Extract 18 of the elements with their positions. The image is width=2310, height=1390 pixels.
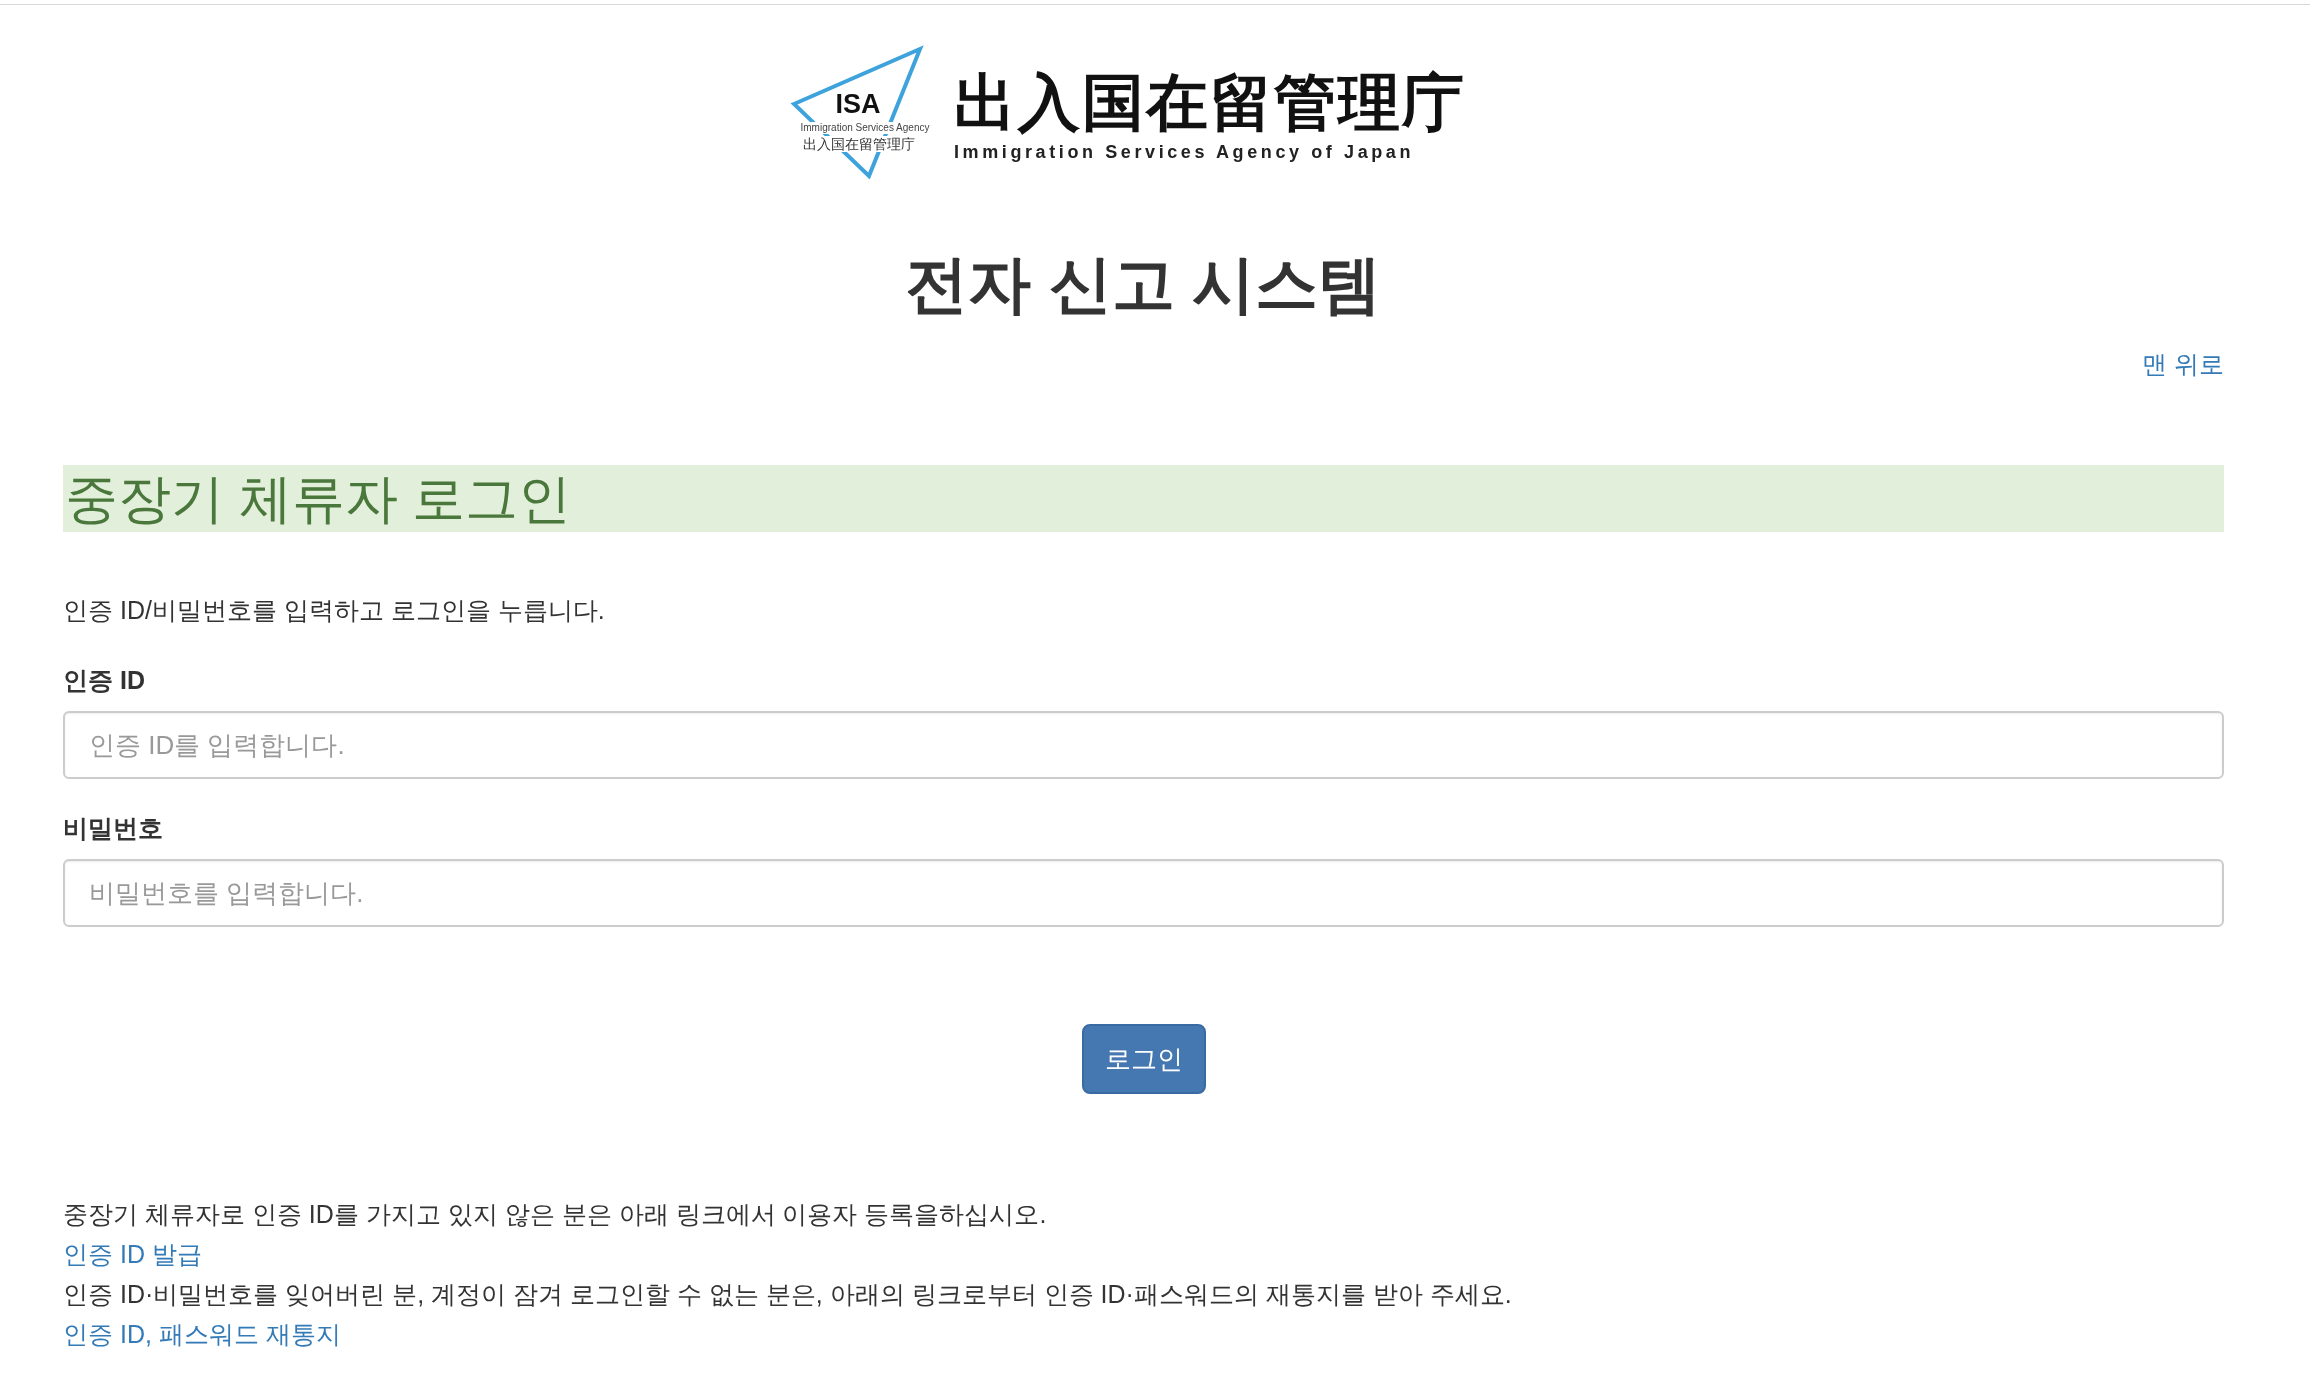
field-label: 비밀번호: [63, 813, 164, 844]
login-button[interactable]: 로그인: [1081, 1024, 1206, 1094]
logo-small-japanese-name: 出入国在留管理庁: [803, 136, 915, 152]
logo-abbreviation: ISA: [835, 90, 881, 118]
page-title: 전자 신고 시스템: [905, 248, 1382, 321]
section-heading: 중장기 체류자 로그인: [65, 468, 572, 530]
input-field[interactable]: 인증 ID를 입력합니다.: [63, 711, 2224, 779]
agency-japanese-name: 出入国在留管理庁: [954, 69, 1466, 137]
help-text: 인증 ID·비밀번호를 잊어버린 분, 계정이 잠겨 로그인할 수 없는 분은, 아래의 링크로부터 인증 ID·패스워드의 재통지를 받아 주세요.: [63, 1280, 1512, 1308]
help-link[interactable]: 인증 ID 발급: [63, 1240, 202, 1268]
logo-small-english-name: Immigration Services Agency: [800, 122, 930, 134]
field-label: 인증 ID: [63, 665, 146, 696]
input-field[interactable]: 비밀번호를 입력합니다.: [63, 859, 2224, 927]
back-to-top-link[interactable]: 맨 위로: [2142, 344, 2224, 384]
agency-english-name: Immigration Services Agency of Japan: [954, 141, 1416, 163]
help-link[interactable]: 인증 ID, 패스워드 재통지: [63, 1320, 341, 1348]
instructions-text: 인증 ID/비밀번호를 입력하고 로그인을 누릅니다.: [63, 595, 606, 626]
help-text: 중장기 체류자로 인증 ID를 가지고 있지 않은 분은 아래 링크에서 이용자 등록을하십시오.: [63, 1200, 1047, 1228]
